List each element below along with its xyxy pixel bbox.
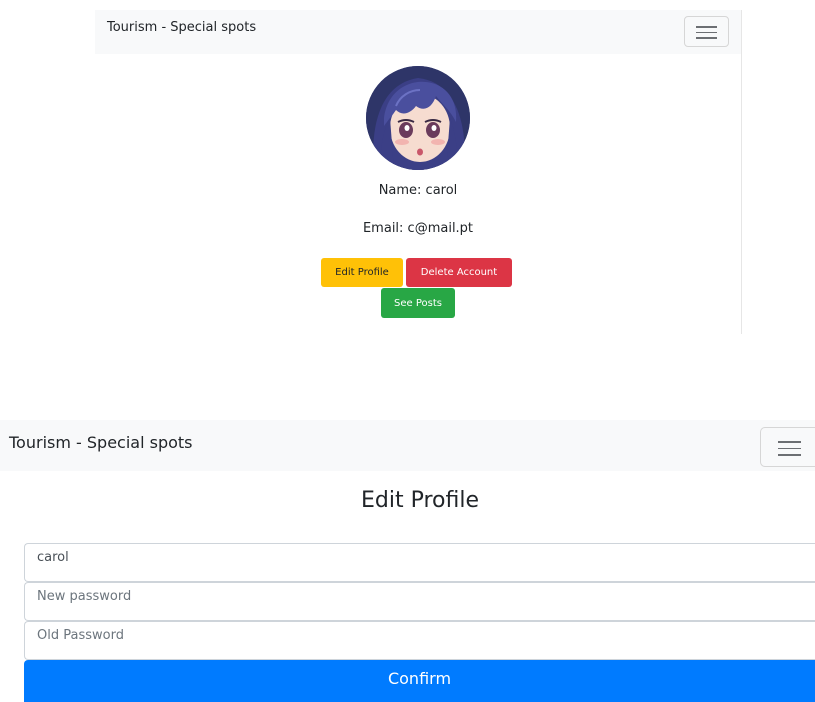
new-password-field[interactable] (24, 582, 815, 621)
hamburger-menu-icon-bar (695, 31, 718, 33)
delete-account-button[interactable]: Delete Account (406, 258, 512, 287)
navbar-brand[interactable]: Tourism - Special spots (9, 433, 193, 452)
navbar: Tourism - Special spots (95, 10, 741, 54)
navbar-toggler-button[interactable] (760, 427, 815, 467)
profile-view-panel: Tourism - Special spots Name: carol Emai… (95, 10, 742, 334)
see-posts-button[interactable]: See Posts (381, 288, 455, 318)
hamburger-menu-icon (777, 441, 802, 443)
profile-name: Name: carol (378, 183, 458, 198)
navbar-toggler-button[interactable] (684, 16, 729, 47)
confirm-button[interactable]: Confirm (24, 660, 815, 702)
hamburger-menu-icon (695, 26, 718, 28)
hamburger-menu-icon-bar (777, 454, 802, 456)
hamburger-menu-icon-bar (777, 447, 802, 449)
navbar-edit-profile: Tourism - Special spots (0, 420, 815, 471)
profile-email: Email: c@mail.pt (362, 221, 474, 236)
username-field[interactable] (24, 543, 815, 582)
edit-profile-button[interactable]: Edit Profile (321, 258, 403, 287)
page-title: Edit Profile (360, 488, 479, 513)
navbar-brand[interactable]: Tourism - Special spots (107, 20, 256, 35)
avatar (366, 66, 470, 170)
avatar-image (366, 66, 470, 170)
old-password-field[interactable] (24, 621, 815, 660)
hamburger-menu-icon-bar (695, 37, 718, 39)
